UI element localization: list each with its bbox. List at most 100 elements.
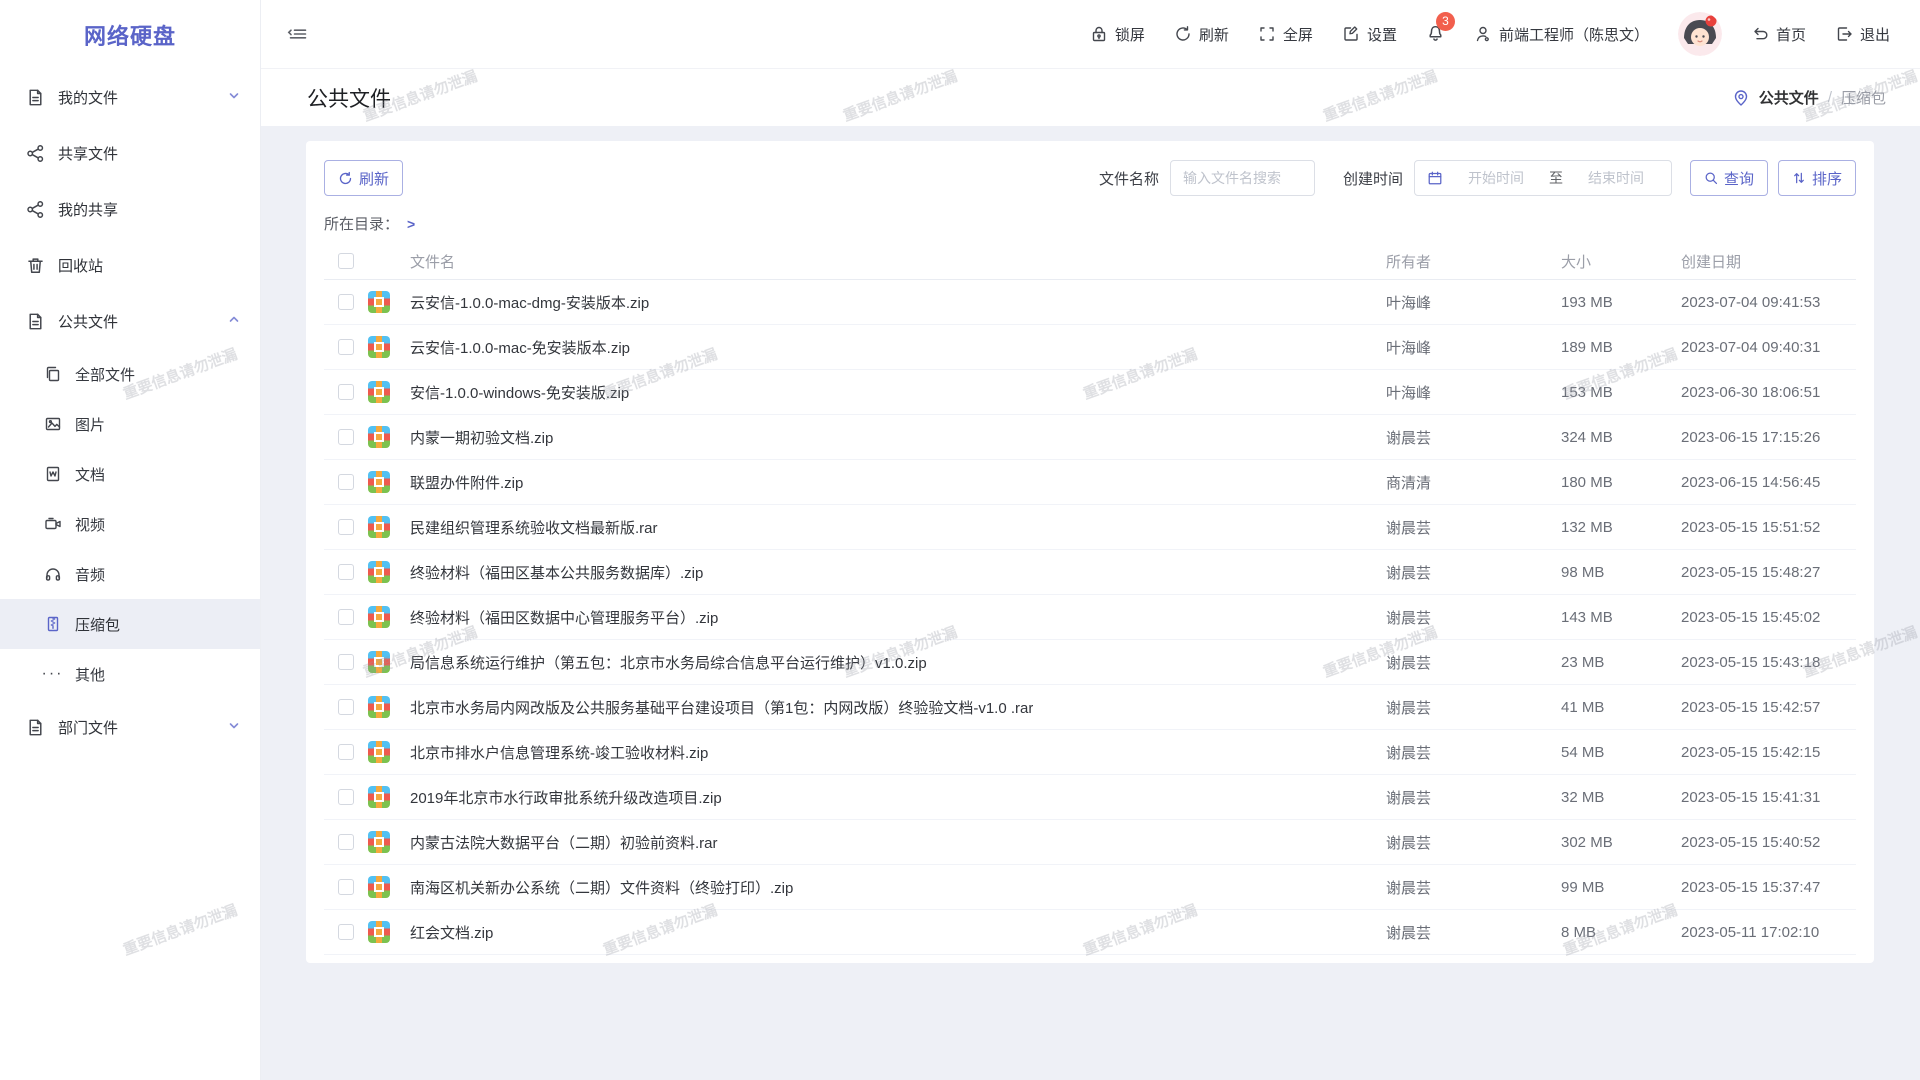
- chevron-down-icon: [228, 89, 240, 106]
- sidebar-item-label: 我的文件: [58, 87, 118, 108]
- sort-button[interactable]: 排序: [1778, 160, 1856, 196]
- table-row: 云安信-1.0.0-mac-免安装版本.zip 叶海峰 189 MB 2023-…: [324, 325, 1856, 370]
- sidebar-item-videos[interactable]: 视频: [0, 499, 260, 549]
- file-name[interactable]: 云安信-1.0.0-mac-免安装版本.zip: [410, 337, 630, 358]
- share-icon: [26, 144, 45, 163]
- file-name[interactable]: 云安信-1.0.0-mac-dmg-安装版本.zip: [410, 292, 649, 313]
- row-checkbox[interactable]: [338, 879, 354, 895]
- row-checkbox[interactable]: [338, 699, 354, 715]
- table-body: 云安信-1.0.0-mac-dmg-安装版本.zip 叶海峰 193 MB 20…: [324, 280, 1856, 955]
- row-checkbox[interactable]: [338, 654, 354, 670]
- start-date-placeholder[interactable]: 开始时间: [1453, 168, 1539, 188]
- lock-screen-button[interactable]: 锁屏: [1090, 24, 1145, 45]
- ellipsis-icon: ···: [43, 665, 62, 684]
- file-name[interactable]: 内蒙一期初验文档.zip: [410, 427, 553, 448]
- avatar[interactable]: [1678, 12, 1722, 56]
- row-checkbox[interactable]: [338, 789, 354, 805]
- select-all-checkbox[interactable]: [338, 253, 354, 269]
- sidebar-item-audio[interactable]: 音频: [0, 549, 260, 599]
- refresh-list-button[interactable]: 刷新: [324, 160, 403, 196]
- sidebar-item-images[interactable]: 图片: [0, 399, 260, 449]
- sidebar-item-label: 图片: [75, 414, 105, 435]
- file-name[interactable]: 2019年北京市水行政审批系统升级改造项目.zip: [410, 787, 722, 808]
- chevron-up-icon: [228, 313, 240, 330]
- file-created-date: 2023-07-04 09:40:31: [1681, 339, 1856, 356]
- column-header-size[interactable]: 大小: [1561, 251, 1681, 272]
- sidebar-item-recycle-bin[interactable]: 回收站: [0, 237, 260, 293]
- row-checkbox[interactable]: [338, 924, 354, 940]
- zip-file-icon: [368, 471, 390, 493]
- lock-screen-label: 锁屏: [1115, 24, 1145, 45]
- sidebar-nav: 我的文件 共享文件 我的共享: [0, 69, 260, 1080]
- sidebar-item-my-files[interactable]: 我的文件: [0, 69, 260, 125]
- notifications-bell-icon[interactable]: 3: [1426, 23, 1445, 46]
- file-owner: 谢晨芸: [1386, 787, 1561, 808]
- user-menu[interactable]: 前端工程师（陈思文）: [1474, 24, 1649, 45]
- sidebar-item-documents[interactable]: 文档: [0, 449, 260, 499]
- file-owner: 叶海峰: [1386, 337, 1561, 358]
- refresh-button[interactable]: 刷新: [1174, 24, 1229, 45]
- sidebar-item-shared-files[interactable]: 共享文件: [0, 125, 260, 181]
- file-name[interactable]: 局信息系统运行维护（第五包：北京市水务局综合信息平台运行维护）v1.0.zip: [410, 652, 927, 673]
- file-created-date: 2023-06-30 18:06:51: [1681, 384, 1856, 401]
- row-checkbox[interactable]: [338, 384, 354, 400]
- sidebar-item-all-files[interactable]: 全部文件: [0, 349, 260, 399]
- directory-root-arrow[interactable]: >: [407, 216, 415, 232]
- file-owner: 谢晨芸: [1386, 922, 1561, 943]
- page-title: 公共文件: [307, 83, 391, 113]
- sidebar-item-label: 我的共享: [58, 199, 118, 220]
- file-created-date: 2023-07-04 09:41:53: [1681, 294, 1856, 311]
- file-table: 文件名 所有者 大小 创建日期 云安信-1.0.0-mac-dmg-安装版本.z…: [324, 243, 1856, 955]
- file-name[interactable]: 南海区机关新办公系统（二期）文件资料（终验打印）.zip: [410, 877, 793, 898]
- row-checkbox[interactable]: [338, 834, 354, 850]
- breadcrumb-separator: /: [1828, 89, 1832, 106]
- settings-button[interactable]: 设置: [1342, 24, 1397, 45]
- sidebar-collapse-icon[interactable]: [285, 21, 311, 47]
- file-name[interactable]: 红会文档.zip: [410, 922, 493, 943]
- sidebar-item-others[interactable]: ··· 其他: [0, 649, 260, 699]
- sidebar-item-label: 全部文件: [75, 364, 135, 385]
- query-button[interactable]: 查询: [1690, 160, 1768, 196]
- breadcrumb-root[interactable]: 公共文件: [1759, 87, 1819, 108]
- sidebar-item-archives[interactable]: 压缩包: [0, 599, 260, 649]
- row-checkbox[interactable]: [338, 294, 354, 310]
- row-checkbox[interactable]: [338, 474, 354, 490]
- file-created-date: 2023-05-15 15:42:57: [1681, 699, 1856, 716]
- user-name: 前端工程师（陈思文）: [1499, 24, 1649, 45]
- file-name[interactable]: 终验材料（福田区基本公共服务数据库）.zip: [410, 562, 703, 583]
- filename-search-input[interactable]: [1170, 160, 1315, 196]
- file-name[interactable]: 北京市排水户信息管理系统-竣工验收材料.zip: [410, 742, 708, 763]
- row-checkbox[interactable]: [338, 339, 354, 355]
- file-name[interactable]: 联盟办件附件.zip: [410, 472, 523, 493]
- location-pin-icon: [1732, 89, 1750, 107]
- sidebar-item-department-files[interactable]: 部门文件: [0, 699, 260, 755]
- row-checkbox[interactable]: [338, 564, 354, 580]
- row-checkbox[interactable]: [338, 609, 354, 625]
- file-name[interactable]: 民建组织管理系统验收文档最新版.rar: [410, 517, 658, 538]
- file-name[interactable]: 北京市水务局内网改版及公共服务基础平台建设项目（第1包：内网改版）终验验文档-v…: [410, 697, 1033, 718]
- end-date-placeholder[interactable]: 结束时间: [1573, 168, 1659, 188]
- file-created-date: 2023-06-15 14:56:45: [1681, 474, 1856, 491]
- row-checkbox[interactable]: [338, 744, 354, 760]
- date-range-picker[interactable]: 开始时间 至 结束时间: [1414, 160, 1672, 196]
- file-name[interactable]: 内蒙古法院大数据平台（二期）初验前资料.rar: [410, 832, 718, 853]
- sidebar-item-my-shares[interactable]: 我的共享: [0, 181, 260, 237]
- file-owner: 叶海峰: [1386, 382, 1561, 403]
- file-name[interactable]: 安信-1.0.0-windows-免安装版.zip: [410, 382, 629, 403]
- file-icon: [26, 88, 45, 107]
- row-checkbox[interactable]: [338, 429, 354, 445]
- sidebar-item-public-files[interactable]: 公共文件: [0, 293, 260, 349]
- file-size: 189 MB: [1561, 339, 1681, 356]
- table-row: 联盟办件附件.zip 商清清 180 MB 2023-06-15 14:56:4…: [324, 460, 1856, 505]
- logout-button[interactable]: 退出: [1835, 24, 1890, 45]
- row-checkbox[interactable]: [338, 519, 354, 535]
- column-header-date[interactable]: 创建日期: [1681, 251, 1856, 272]
- file-size: 132 MB: [1561, 519, 1681, 536]
- sidebar-item-label: 其他: [75, 664, 105, 685]
- home-button[interactable]: 首页: [1751, 24, 1806, 45]
- fullscreen-button[interactable]: 全屏: [1258, 24, 1313, 45]
- file-size: 8 MB: [1561, 924, 1681, 941]
- column-header-owner[interactable]: 所有者: [1386, 251, 1561, 272]
- file-name[interactable]: 终验材料（福田区数据中心管理服务平台）.zip: [410, 607, 718, 628]
- column-header-filename[interactable]: 文件名: [410, 251, 1386, 272]
